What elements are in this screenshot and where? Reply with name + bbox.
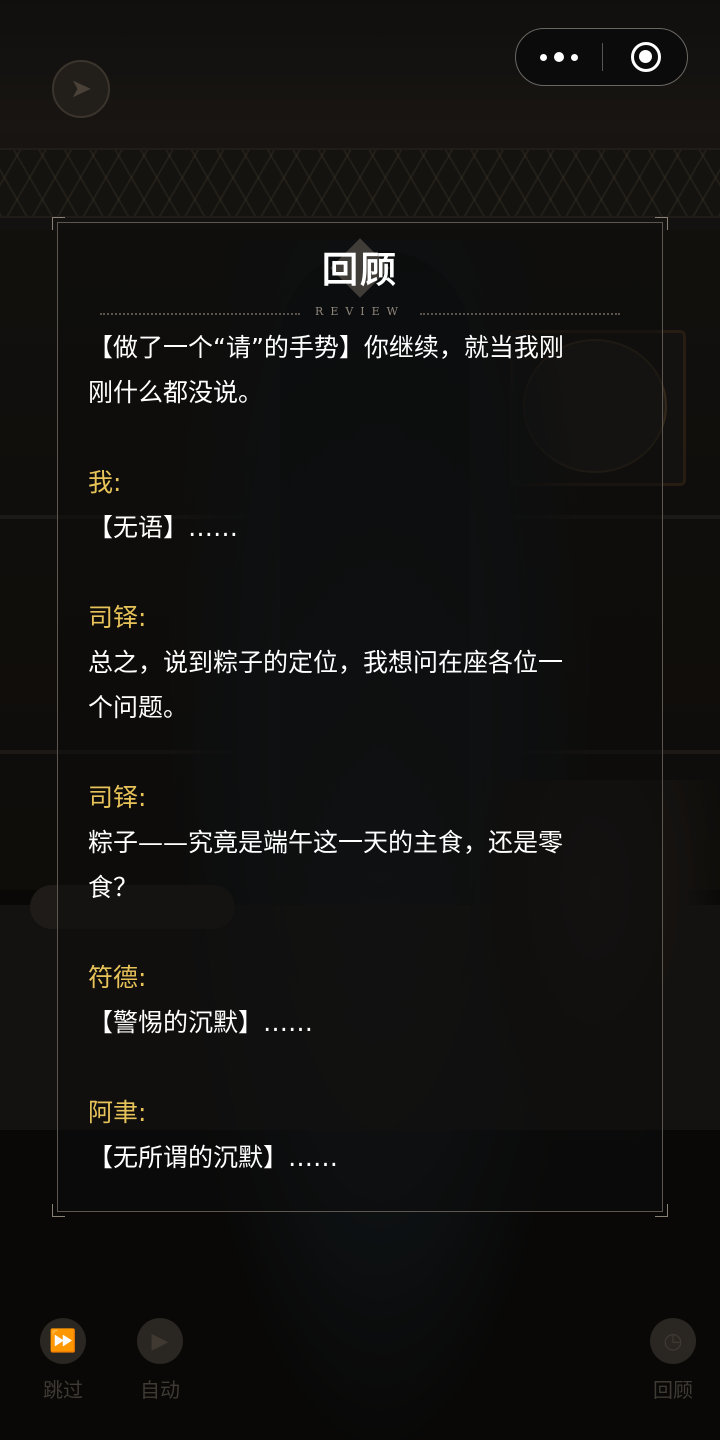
clock-icon: ◷ [650,1318,696,1364]
entry-speaker: 阿聿: [88,1098,147,1127]
entry-line: 刚什么都没说。 [88,378,264,407]
skip-control: ⏩ 跳过 [40,1318,86,1403]
entry-line: 【无语】…… [88,513,239,542]
review-panel[interactable]: 回顾 REVIEW 【做了一个“请”的手势】你继续，就当我刚 刚什么都没说。 我… [52,217,668,1217]
review-entry: 司铎: 总之，说到粽子的定位，我想问在座各位一 个问题。 [88,595,638,730]
entry-line: 食？ [88,873,139,902]
auto-label: 自动 [140,1378,180,1402]
entry-line: 【无所谓的沉默】…… [88,1143,339,1172]
entry-line: 总之，说到粽子的定位，我想问在座各位一 [88,648,564,677]
entry-speaker: 符德: [88,963,147,992]
panel-subtitle: REVIEW [315,305,405,318]
panel-corner [655,217,668,230]
dotted-divider [420,313,620,315]
panel-header: 回顾 [58,238,662,298]
fast-forward-icon: ⏩ [40,1318,86,1364]
review-entry: 司铎: 粽子——究竟是端午这一天的主食，还是零 食？ [88,775,638,910]
mini-program-capsule [515,28,688,86]
entry-line: 个问题。 [88,693,189,722]
entry-line: 【警惕的沉默】…… [88,1008,314,1037]
panel-corner [52,1204,65,1217]
panel-corner [655,1204,668,1217]
review-entry: 符德: 【警惕的沉默】…… [88,955,638,1045]
entry-speaker: 我: [88,468,122,497]
review-entry: 阿聿: 【无所谓的沉默】…… [88,1090,638,1180]
review-entry: 【做了一个“请”的手势】你继续，就当我刚 刚什么都没说。 [88,325,638,415]
target-close-icon[interactable] [631,42,661,72]
more-dots-icon[interactable] [516,29,602,85]
capsule-divider [602,43,603,71]
entry-speaker: 司铎: [88,603,147,632]
panel-corner [52,217,65,230]
review-list[interactable]: 【做了一个“请”的手势】你继续，就当我刚 刚什么都没说。 我: 【无语】…… 司… [88,325,638,1225]
entry-line: 【做了一个“请”的手势】你继续，就当我刚 [88,333,564,362]
auto-control: ▶ 自动 [137,1318,183,1403]
back-icon: ➤ [52,60,110,118]
review-label: 回顾 [653,1378,693,1402]
entry-speaker: 司铎: [88,783,147,812]
review-control: ◷ 回顾 [650,1318,696,1403]
panel-title: 回顾 [321,249,398,291]
entry-line: 粽子——究竟是端午这一天的主食，还是零 [88,828,564,857]
play-icon: ▶ [137,1318,183,1364]
review-entry: 我: 【无语】…… [88,460,638,550]
skip-label: 跳过 [43,1378,83,1402]
